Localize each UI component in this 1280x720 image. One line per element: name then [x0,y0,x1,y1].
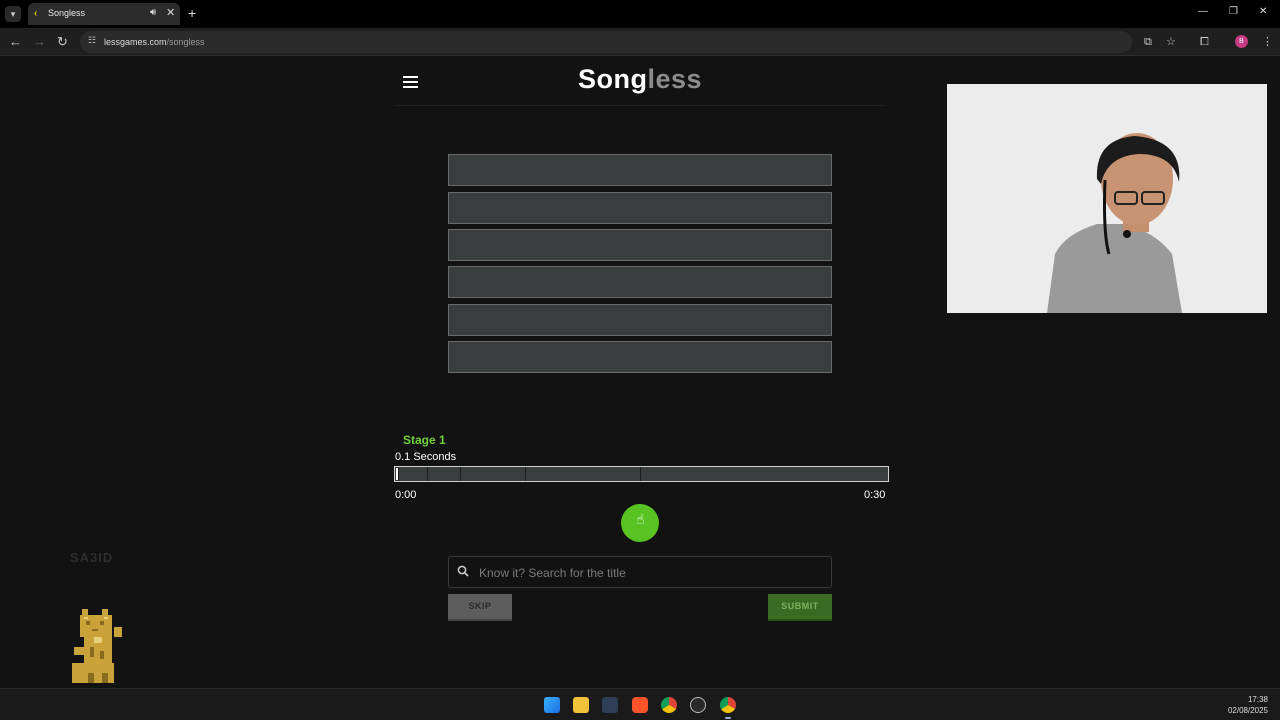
watermark: SA3ID [70,550,114,565]
search-input[interactable] [479,563,819,583]
search-icon [457,565,469,577]
browser-tab[interactable]: ‹ Songless 🔊︎ ✕ [28,3,180,25]
guess-slot-1 [448,154,832,186]
url-path: /songless [166,37,205,47]
browser-tab-bar: ▾ ‹ Songless 🔊︎ ✕ + — ❐ ✕ [0,0,1280,28]
address-bar-row: ← → ↻ ☷ lessgames.com/songless ⧉ ☆ ⧠ ⋮ [0,28,1280,56]
minimize-icon[interactable]: — [1198,6,1208,17]
window-close-icon[interactable]: ✕ [1259,6,1267,17]
time-end: 0:30 [864,489,886,501]
guess-slot-5 [448,304,832,336]
url-text: lessgames.com/songless [104,37,205,47]
clock-date: 02/08/2025 [1227,706,1268,715]
time-start: 0:00 [395,489,417,501]
install-app-icon[interactable]: ⧉ [1144,35,1152,49]
header-divider [395,105,885,106]
chrome-profile-icon[interactable] [720,697,736,713]
song-search-box[interactable] [448,556,832,588]
extensions-icon[interactable]: ⧠ [1200,35,1209,49]
back-icon[interactable]: ← [9,34,22,50]
file-explorer-icon[interactable] [573,697,589,713]
logo-less: less [647,64,703,94]
windows-start-icon[interactable] [544,697,560,713]
clock-time: 17:38 [1247,695,1268,704]
menu-icon[interactable] [403,76,418,88]
skip-button[interactable]: SKIP [448,594,512,621]
site-logo: Songless [540,64,740,95]
submit-button[interactable]: SUBMIT [768,594,832,621]
restore-icon[interactable]: ❐ [1229,6,1238,17]
progress-tick [427,467,428,481]
guess-slot-6 [448,341,832,373]
url-domain: lessgames.com [104,37,167,47]
guess-slot-3 [448,229,832,261]
os-taskbar: 17:38 02/08/2025 [0,688,1280,720]
close-tab-icon[interactable]: ✕ [166,6,175,19]
guess-slot-2 [448,192,832,224]
chrome-icon[interactable] [661,697,677,713]
bookmark-star-icon[interactable]: ☆ [1166,35,1176,49]
new-tab-icon[interactable]: + [188,5,196,21]
hand-cursor-icon: ☝︎ [636,511,645,527]
speaker-icon[interactable]: 🔊︎ [150,7,156,18]
obs-studio-icon[interactable] [690,697,706,713]
active-app-indicator [725,717,731,719]
webcam-overlay [947,84,1267,313]
pixel-cat-image [72,609,122,683]
brave-browser-icon[interactable] [632,697,648,713]
favicon-icon: ‹ [34,8,38,19]
progress-tick [640,467,641,481]
davinci-resolve-icon[interactable] [602,697,618,713]
guess-slot-4 [448,266,832,298]
system-clock[interactable]: 17:38 02/08/2025 [1228,694,1268,716]
webcam-person-image [947,84,1267,313]
audio-progress-bar[interactable] [394,466,889,482]
progress-tick [525,467,526,481]
progress-tick [398,467,399,481]
url-bar[interactable]: ☷ lessgames.com/songless [80,31,1132,53]
profile-avatar[interactable]: B [1235,35,1248,48]
progress-tick [460,467,461,481]
tab-title: Songless [48,8,86,18]
tab-search-icon[interactable]: ▾ [5,6,21,22]
reload-icon[interactable]: ↻ [57,34,68,50]
forward-icon[interactable]: → [33,34,46,50]
logo-song: Song [577,64,648,94]
duration-label: 0.1 Seconds [395,451,457,463]
browser-menu-icon[interactable]: ⋮ [1262,35,1273,49]
stage-label: Stage 1 [403,433,446,447]
site-info-icon[interactable]: ☷ [88,35,96,46]
